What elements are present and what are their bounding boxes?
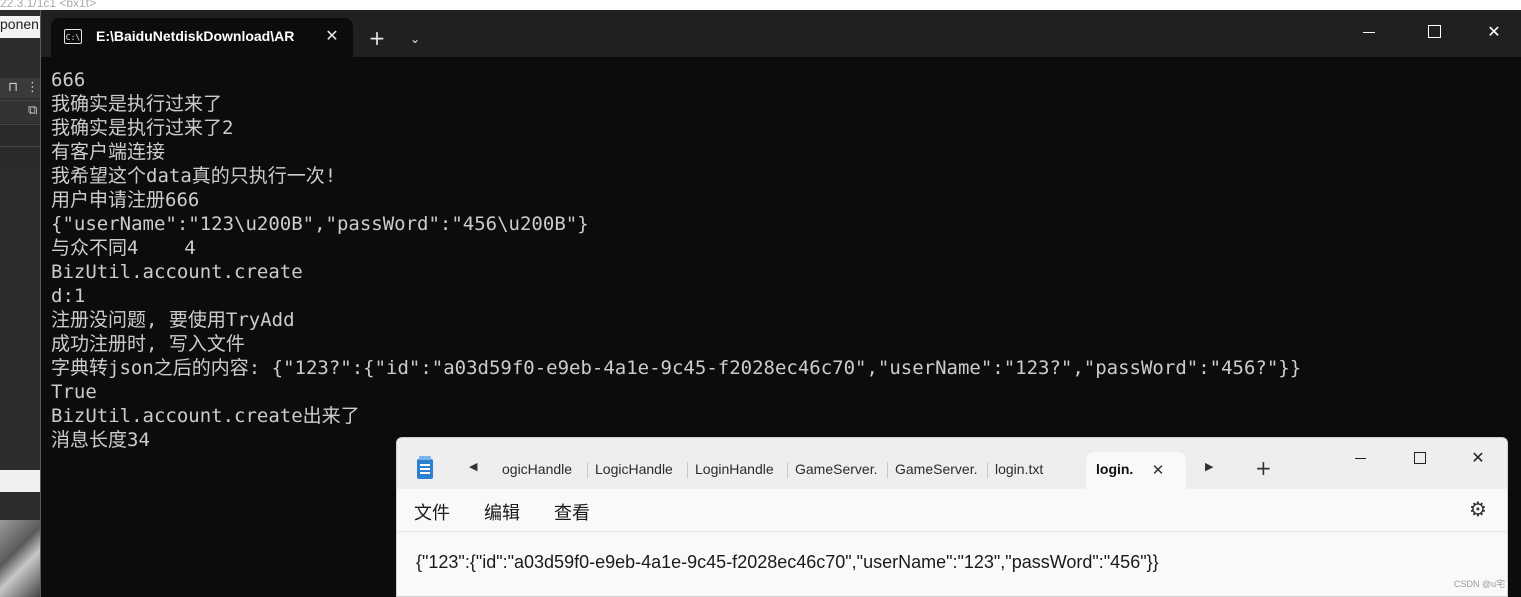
tab-gameserver-2[interactable]: GameServer. [895,458,983,480]
background-row: ⧉ [0,100,40,123]
maximize-button[interactable] [1397,442,1443,474]
gear-icon[interactable]: ⚙ [1469,497,1487,521]
notepad-window: ◀ ogicHandle LogicHandle LoginHandle Gam… [396,437,1508,597]
output-line: 与众不同4 4 [51,237,196,259]
menu-icon: ⋮ [26,80,39,95]
menu-view[interactable]: 查看 [554,499,590,525]
close-window-button[interactable]: ✕ [1455,442,1501,474]
watermark: CSDN @u宅 [1454,579,1506,589]
menu-edit[interactable]: 编辑 [484,499,520,525]
background-row [0,124,40,147]
maximize-button[interactable] [1411,16,1457,48]
terminal-output[interactable]: 666 我确实是执行过来了 我确实是执行过来了2 有客户端连接 我希望这个dat… [51,68,1301,452]
minimize-button[interactable] [1346,16,1392,48]
output-line: 有客户端连接 [51,141,166,163]
menu-file[interactable]: 文件 [414,499,450,525]
output-line: 字典转json之后的内容: {"123?":{"id":"a03d59f0-e9… [51,357,1302,379]
active-tab-label: login. [1096,461,1134,477]
tab-separator [987,462,988,478]
background-toolbar: ⊓ ⋮ [0,78,40,98]
notepad-icon [417,456,433,479]
new-tab-button[interactable]: + [363,26,391,50]
tab-login-active[interactable]: login. ✕ [1086,452,1186,489]
background-row [0,146,40,167]
terminal-tab[interactable]: C:\ E:\BaiduNetdiskDownload\AR ✕ [51,18,353,57]
scroll-tabs-right-icon[interactable]: ▶ [1205,460,1213,473]
background-row [0,470,40,492]
background-window-left [0,10,40,597]
tab-gameserver-1[interactable]: GameServer. [795,458,883,480]
close-window-button[interactable]: ✕ [1471,16,1517,48]
tab-loginhandle[interactable]: LoginHandle [695,458,781,480]
minimize-button[interactable] [1337,442,1383,474]
output-line: 我希望这个data真的只执行一次! [51,165,337,187]
notepad-menubar: 文件 编辑 查看 ⚙ [397,489,1507,532]
close-tab-icon[interactable]: ✕ [321,25,343,47]
scroll-tabs-left-icon[interactable]: ◀ [469,460,477,473]
terminal-icon: C:\ [64,29,82,44]
lock-icon: ⊓ [8,80,19,95]
output-line: BizUtil.account.create [51,261,303,283]
close-tab-icon[interactable]: ✕ [1146,458,1170,482]
notepad-text-area[interactable]: {"123":{"id":"a03d59f0-e9eb-4a1e-9c45-f2… [416,552,1159,573]
terminal-tab-title: E:\BaiduNetdiskDownload\AR [96,28,295,44]
output-line: 我确实是执行过来了2 [51,117,234,139]
tab-separator [687,462,688,478]
tab-separator [887,462,888,478]
background-image [0,520,40,597]
output-line: 666 [51,69,86,91]
background-window-top: 22.3.1/1c1 <bx1t> [0,0,1521,10]
output-line: 成功注册时, 写入文件 [51,333,245,355]
notepad-titlebar: ◀ ogicHandle LogicHandle LoginHandle Gam… [397,438,1507,489]
tab-login-txt[interactable]: login.txt [995,458,1075,480]
new-tab-button[interactable]: + [1255,456,1272,480]
output-line: True [51,381,97,403]
output-line: d:1 [51,285,86,307]
output-line: 我确实是执行过来了 [51,93,223,115]
terminal-titlebar: C:\ E:\BaiduNetdiskDownload\AR ✕ + ⌄ ✕ [41,10,1521,57]
chevron-down-icon[interactable]: ⌄ [401,26,429,50]
output-line: {"userName":"123\u200B","passWord":"456\… [51,213,589,235]
tab-logichandle[interactable]: LogicHandle [595,458,683,480]
background-text: 22.3.1/1c1 <bx1t> [0,0,97,10]
background-label: ponen [0,16,40,38]
output-line: 用户申请注册666 [51,189,200,211]
tab-separator [587,462,588,478]
tab-separator [787,462,788,478]
tab-ogichandle[interactable]: ogicHandle [502,458,582,480]
output-line: 注册没问题, 要使用TryAdd [51,309,295,331]
output-line: BizUtil.account.create出来了 [51,405,360,427]
link-icon: ⧉ [28,103,38,118]
